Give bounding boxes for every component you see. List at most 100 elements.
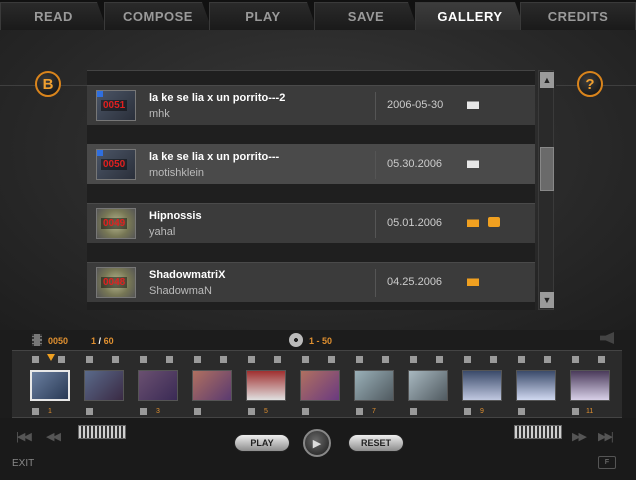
movie-id: 0050 — [101, 159, 128, 170]
clapboard-icon — [467, 160, 479, 168]
fullscreen-label: F — [604, 459, 610, 466]
scrub-left-handle[interactable] — [78, 425, 126, 439]
movie-id: 0049 — [101, 218, 128, 229]
sprocket-hole — [410, 356, 417, 363]
film-frame[interactable] — [570, 370, 610, 401]
sprocket-hole — [86, 356, 93, 363]
film-frame[interactable] — [138, 370, 178, 401]
clapboard-icon — [467, 278, 479, 286]
movie-thumbnail: 0050 — [96, 149, 136, 180]
sprocket-hole — [112, 356, 119, 363]
list-scrollbar[interactable]: ▲ ▼ — [538, 70, 554, 310]
playhead-marker-icon[interactable] — [47, 354, 55, 361]
help-button[interactable]: ? — [577, 71, 603, 97]
scroll-up-icon[interactable]: ▲ — [540, 72, 554, 88]
tab-compose[interactable]: COMPOSE — [104, 2, 212, 30]
sprocket-hole — [356, 408, 363, 415]
back-button[interactable]: B — [35, 71, 61, 97]
tab-label: PLAY — [245, 9, 281, 24]
sprocket-hole — [194, 356, 201, 363]
frame-range: 1 - 50 — [309, 336, 333, 346]
sprocket-hole — [518, 408, 525, 415]
fast-forward-icon[interactable]: ▶▶ — [572, 430, 587, 443]
back-button-label: B — [42, 75, 54, 93]
current-frame: 1 — [91, 336, 97, 346]
column-divider — [375, 210, 376, 238]
sprocket-hole — [274, 356, 281, 363]
frame-number: 11 — [586, 408, 594, 415]
tab-gallery[interactable]: GALLERY — [415, 2, 525, 30]
sprocket-hole — [248, 356, 255, 363]
film-icon — [32, 334, 42, 346]
reset-button[interactable]: RESET — [348, 434, 404, 452]
frame-separator: / — [98, 336, 102, 346]
sprocket-hole — [302, 356, 309, 363]
reset-button-label: RESET — [360, 438, 391, 448]
movie-date: 05.30.2006 — [387, 158, 443, 170]
sprocket-hole — [518, 356, 525, 363]
frame-number: 1 — [48, 408, 52, 415]
tab-label: CREDITS — [547, 9, 609, 24]
tab-label: SAVE — [347, 9, 385, 24]
scrub-right-handle[interactable] — [514, 425, 562, 439]
film-frame[interactable] — [354, 370, 394, 401]
film-frame[interactable] — [462, 370, 502, 401]
frame-number: 9 — [480, 408, 484, 415]
scroll-thumb[interactable] — [540, 147, 554, 191]
fullscreen-button[interactable]: F — [598, 456, 616, 469]
corner-marker — [97, 91, 103, 97]
sprocket-hole — [32, 408, 39, 415]
movie-thumbnail: 0048 — [96, 267, 136, 298]
last-frame-icon[interactable]: ▶▶| — [598, 430, 614, 443]
film-frame[interactable] — [246, 370, 286, 401]
tab-play[interactable]: PLAY — [209, 2, 317, 30]
film-frame[interactable] — [30, 370, 70, 401]
current-movie-id: 0050 — [48, 336, 69, 346]
play-button[interactable]: PLAY — [234, 434, 290, 452]
film-frame[interactable] — [516, 370, 556, 401]
sprocket-hole — [302, 408, 309, 415]
movie-title: la ke se lia x un porrito---2 — [149, 92, 286, 104]
sprocket-hole — [166, 356, 173, 363]
frame-counter: 1 / 60 — [91, 336, 114, 346]
play-icon[interactable]: ▶ — [303, 429, 331, 457]
scroll-down-icon[interactable]: ▼ — [540, 292, 554, 308]
sprocket-hole — [598, 356, 605, 363]
tab-bar: READ COMPOSE PLAY SAVE GALLERY CREDITS — [0, 0, 636, 31]
movie-author: motishklein — [149, 167, 205, 179]
clapboard-icon — [467, 219, 479, 227]
tab-save[interactable]: SAVE — [314, 2, 418, 30]
sprocket-hole — [32, 356, 39, 363]
tab-label: READ — [34, 9, 73, 24]
film-frame[interactable] — [300, 370, 340, 401]
movie-author: mhk — [149, 108, 170, 120]
gallery-row[interactable]: 0048 ShadowmatriX ShadowmaN 04.25.2006 — [87, 262, 535, 302]
sprocket-hole — [544, 356, 551, 363]
rewind-icon[interactable]: ◀◀ — [46, 430, 61, 443]
movie-id: 0051 — [101, 100, 128, 111]
film-frame[interactable] — [84, 370, 124, 401]
sprocket-hole — [356, 356, 363, 363]
sprocket-hole — [436, 356, 443, 363]
corner-marker — [97, 150, 103, 156]
film-frame[interactable] — [192, 370, 232, 401]
sprocket-hole — [410, 408, 417, 415]
sprocket-hole — [220, 356, 227, 363]
movie-title: ShadowmatriX — [149, 269, 226, 281]
column-divider — [375, 92, 376, 120]
sprocket-hole — [248, 408, 255, 415]
play-button-label: PLAY — [250, 438, 274, 448]
movie-date: 04.25.2006 — [387, 276, 443, 288]
filmstrip[interactable]: 1 3 5 7 9 11 — [12, 350, 622, 418]
gallery-row[interactable]: 0051 la ke se lia x un porrito---2 mhk 2… — [87, 85, 535, 125]
sprocket-hole — [490, 356, 497, 363]
tab-credits[interactable]: CREDITS — [520, 2, 636, 30]
gallery-row[interactable]: 0050 la ke se lia x un porrito--- motish… — [87, 144, 535, 184]
gallery-row[interactable]: 0049 Hipnossis yahal 05.01.2006 — [87, 203, 535, 243]
total-frames: 60 — [103, 336, 114, 346]
exit-button[interactable]: EXIT — [12, 458, 34, 469]
film-frame[interactable] — [408, 370, 448, 401]
tab-read[interactable]: READ — [0, 2, 107, 30]
first-frame-icon[interactable]: |◀◀ — [16, 430, 32, 443]
movie-date: 2006-05-30 — [387, 99, 444, 111]
